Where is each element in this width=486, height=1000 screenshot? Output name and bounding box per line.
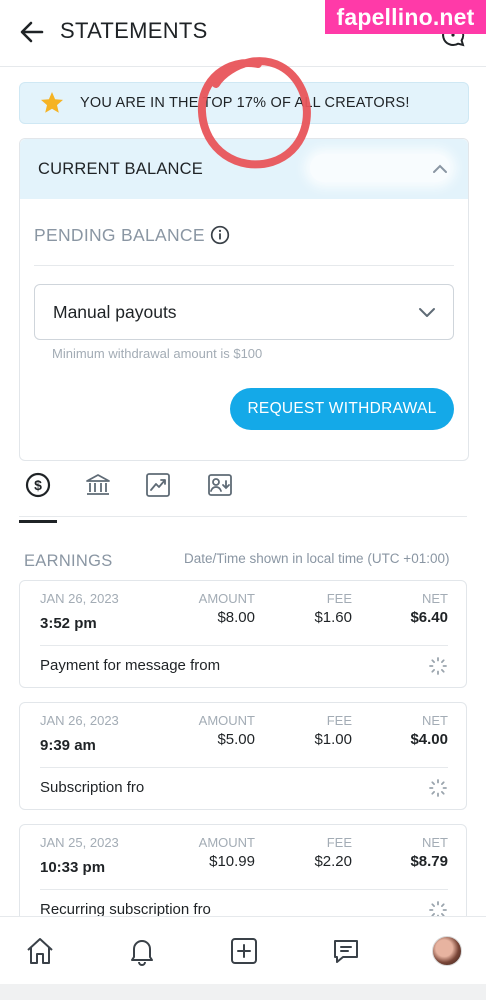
redacted-username [228,657,358,675]
nav-notifications[interactable] [124,933,160,969]
rank-banner: YOU ARE IN THE TOP 17% OF ALL CREATORS! [19,82,469,124]
dollar-icon: $ [25,472,51,498]
current-balance-header[interactable]: CURRENT BALANCE [20,139,468,199]
transaction-time: 9:39 am [40,737,96,754]
transaction-date: JAN 25, 2023 [40,835,119,850]
net-header: NET [422,591,448,606]
fee-header: FEE [326,713,352,728]
back-arrow-icon[interactable] [18,18,46,46]
statement-tabs: $ [19,462,467,523]
fee-value: $1.00 [314,731,352,748]
pending-balance-label: PENDING BALANCE [34,225,205,245]
add-post-icon [231,938,257,964]
net-header: NET [422,835,448,850]
current-balance-label: CURRENT BALANCE [38,160,203,178]
divider [34,265,454,266]
amount-value: $5.00 [217,731,255,748]
amount-header: AMOUNT [198,713,255,728]
pending-status-icon [429,779,447,797]
minimum-withdrawal-note: Minimum withdrawal amount is $100 [52,346,263,361]
profile-avatar[interactable] [432,936,462,966]
transaction-time: 3:52 pm [40,615,97,632]
pending-status-icon [429,657,447,675]
net-value: $8.79 [410,853,448,870]
balance-amount-redacted [310,154,450,182]
fee-value: $1.60 [314,609,352,626]
transaction-description: Subscription fro [40,779,145,796]
net-value: $6.40 [410,609,448,626]
transaction-date: JAN 26, 2023 [40,591,119,606]
chevron-up-icon[interactable] [430,159,450,179]
bottom-strip [0,984,486,1000]
tab-banking[interactable] [79,468,117,506]
timezone-note: Date/Time shown in local time (UTC +01:0… [184,551,450,566]
fee-header: FEE [326,591,352,606]
messages-icon [334,940,358,963]
earnings-title: EARNINGS [24,552,113,570]
transaction-card[interactable]: JAN 26, 2023 3:52 pm AMOUNT $8.00 FEE $1… [19,580,467,688]
rank-text: YOU ARE IN THE TOP 17% OF ALL CREATORS! [80,95,410,111]
divider [40,645,448,646]
amount-header: AMOUNT [198,591,255,606]
payout-method-select[interactable]: Manual payouts [34,284,454,340]
active-tab-indicator [19,520,57,523]
net-header: NET [422,713,448,728]
chart-icon [146,473,170,497]
tab-earnings[interactable]: $ [19,468,57,523]
transaction-date: JAN 26, 2023 [40,713,119,728]
bottom-navigation [0,916,486,985]
redacted-username [160,779,280,797]
page-title: STATEMENTS [60,18,208,43]
amount-header: AMOUNT [198,835,255,850]
info-icon[interactable] [210,225,230,245]
transaction-time: 10:33 pm [40,859,106,876]
bank-icon [86,474,110,495]
fee-value: $2.20 [314,853,352,870]
payout-method-value: Manual payouts [53,302,177,322]
star-icon [41,92,63,113]
divider [40,767,448,768]
fee-header: FEE [326,835,352,850]
request-withdrawal-button[interactable]: REQUEST WITHDRAWAL [230,388,454,430]
nav-messages[interactable] [328,933,364,969]
chevron-down-icon [419,308,435,317]
svg-text:$: $ [34,477,42,493]
transaction-description: Payment for message from [40,657,221,674]
payout-request-icon [208,474,232,496]
balance-card: CURRENT BALANCE PENDING BALANCE Manual p… [19,138,469,461]
home-icon [27,938,53,964]
tab-statistics[interactable] [139,468,177,506]
amount-value: $10.99 [209,853,255,870]
net-value: $4.00 [410,731,448,748]
amount-value: $8.00 [217,609,255,626]
divider [40,889,448,890]
nav-home[interactable] [22,933,58,969]
tab-payout-requests[interactable] [201,468,239,506]
transaction-card[interactable]: JAN 26, 2023 9:39 am AMOUNT $5.00 FEE $1… [19,702,467,810]
watermark: fapellino.net [325,0,486,34]
nav-new-post[interactable] [226,933,262,969]
bell-icon [131,940,153,966]
